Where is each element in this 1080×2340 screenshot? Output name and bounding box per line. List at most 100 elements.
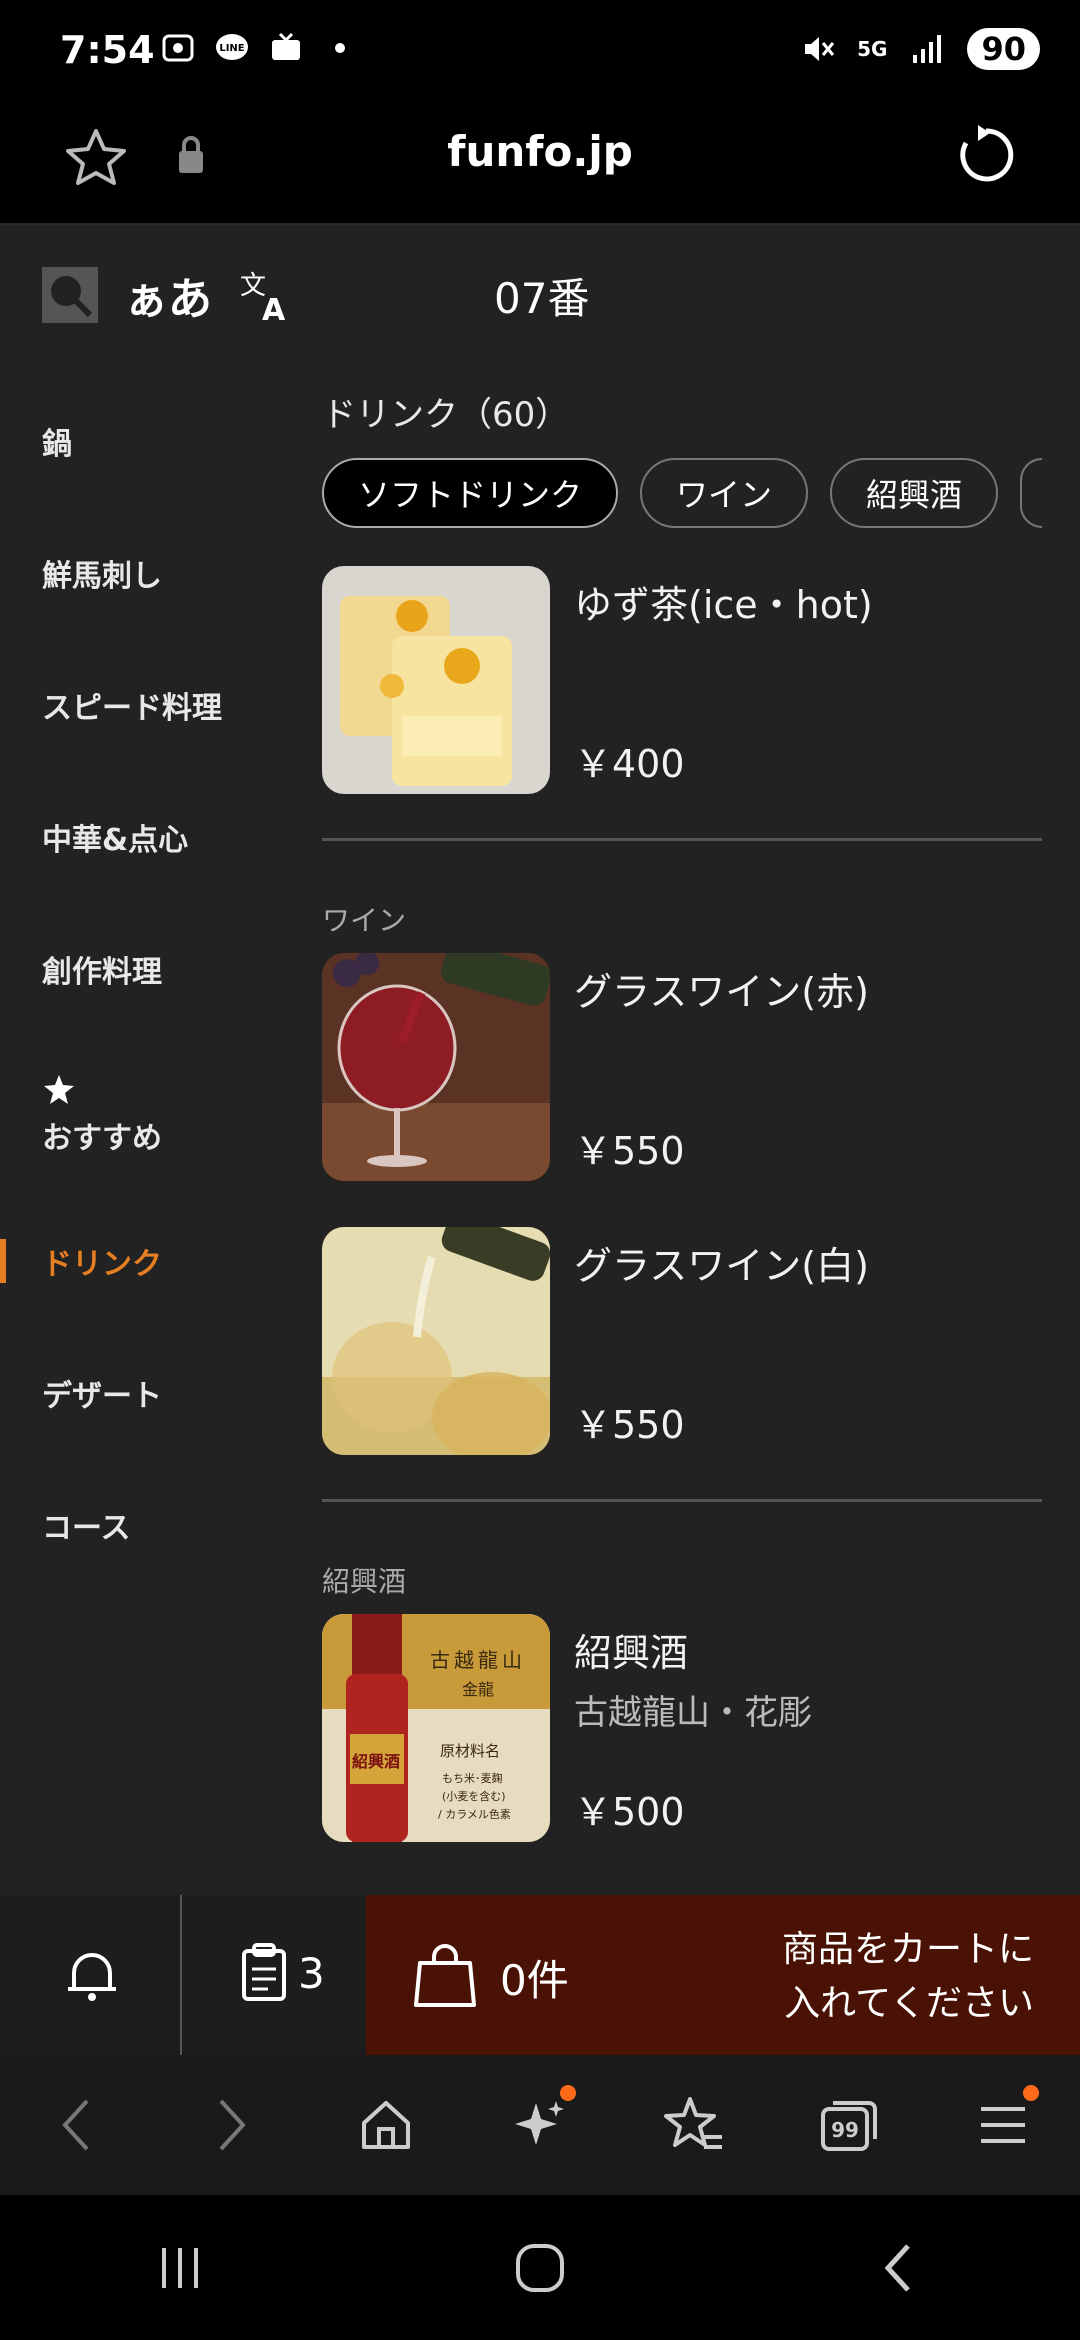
table-number: 07番: [494, 274, 590, 323]
star-icon: [44, 1075, 74, 1104]
sidebar-item-basashi[interactable]: 鮮馬刺し: [0, 507, 300, 639]
sidebar-item-recommended[interactable]: おすすめ: [0, 1035, 300, 1195]
order-count: 3: [298, 1948, 325, 1998]
back-button[interactable]: [37, 2085, 117, 2165]
divider: [322, 1499, 1042, 1502]
item-image-white-wine: [322, 1227, 550, 1455]
status-right: 5G 90: [799, 28, 1040, 70]
sidebar-item-chinese[interactable]: 中華&点心: [0, 771, 300, 903]
notification-dot: [559, 2085, 576, 2101]
divider: [322, 838, 1042, 841]
chip-soft-drink[interactable]: ソフトドリンク: [322, 458, 619, 528]
menu-item[interactable]: グラスワイン(赤) ￥550: [322, 953, 1042, 1181]
notification-icons: LINE: [160, 30, 358, 66]
hamburger-menu-icon: [980, 2107, 1025, 2143]
browser-bottom-nav: 99: [0, 2055, 1080, 2195]
item-name: ゆず茶(ice・hot): [574, 583, 873, 627]
ai-button[interactable]: [500, 2085, 580, 2165]
item-image-yuzu-tea: [322, 566, 550, 794]
tabs-icon: 99: [820, 2101, 877, 2151]
tv-icon: [272, 32, 300, 60]
order-history-button[interactable]: 3: [240, 1943, 325, 2003]
font-size-button[interactable]: ぁあ: [124, 263, 212, 327]
label-line-4: もち米･麦麹: [442, 1772, 503, 1785]
sidebar-item-creative[interactable]: 創作料理: [0, 903, 300, 1035]
chip-more[interactable]: [1020, 458, 1042, 528]
cart-message: 商品をカートに 入れてください: [714, 1923, 1034, 2031]
home-button[interactable]: [346, 2085, 426, 2165]
home-nav-icon[interactable]: [510, 2238, 570, 2298]
search-button[interactable]: [42, 267, 98, 323]
sidebar-item-nabe[interactable]: 鍋: [0, 375, 300, 507]
menu-item[interactable]: ゆず茶(ice・hot) ￥400: [322, 566, 1042, 794]
status-bar: 7:54 LINE 5G 90: [0, 0, 1080, 105]
label-line-5: (小麦を含む): [442, 1790, 506, 1803]
cart-count: 0件: [500, 1956, 569, 2005]
translate-icon[interactable]: 文A: [238, 266, 296, 324]
item-image-red-wine: [322, 953, 550, 1181]
notification-dot: [1022, 2085, 1039, 2101]
item-price: ￥550: [574, 1403, 685, 1447]
chip-wine[interactable]: ワイン: [640, 458, 809, 528]
sidebar-item-course[interactable]: コース: [0, 1459, 300, 1591]
svg-text:A: A: [262, 293, 286, 324]
menu-list: ドリンク（60） ソフトドリンク ワイン 紹興酒 ゆず茶(ice・hot) ￥4…: [322, 375, 1042, 1842]
item-name: グラスワイン(白): [574, 1244, 869, 1288]
cart-bar: 3 0件 商品をカートに 入れてください: [0, 1895, 1080, 2055]
network-type: 5G: [857, 37, 888, 61]
tabs-button[interactable]: 99: [809, 2085, 889, 2165]
signal-icon: [913, 35, 942, 63]
bookmarks-button[interactable]: [654, 2085, 734, 2165]
chip-shaoxing[interactable]: 紹興酒: [830, 458, 999, 528]
item-image-shaoxing: 古越龍山 金龍 原材料名 もち米･麦麹 (小麦を含む) / カラメル色素 紹興酒: [322, 1614, 550, 1842]
bell-icon[interactable]: [62, 1945, 122, 2005]
clipboard-icon: [242, 1943, 286, 2001]
label-line-6: / カラメル色素: [438, 1808, 511, 1821]
star-list-icon: [664, 2097, 723, 2149]
sidebar-item-speed[interactable]: スピード料理: [0, 639, 300, 771]
recent-apps-icon[interactable]: [150, 2238, 210, 2298]
svg-text:LINE: LINE: [219, 43, 244, 54]
menu-item[interactable]: 古越龍山 金龍 原材料名 もち米･麦麹 (小麦を含む) / カラメル色素 紹興酒…: [322, 1614, 1042, 1842]
label-line-1: 古越龍山: [430, 1648, 526, 1672]
sidebar-item-dessert[interactable]: デザート: [0, 1327, 300, 1459]
reload-icon[interactable]: [954, 123, 1018, 187]
sparkle-icon: [514, 2101, 564, 2145]
item-name: 紹興酒: [574, 1631, 689, 1675]
item-subtitle: 古越龍山・花彫: [574, 1693, 812, 1733]
back-nav-icon[interactable]: [870, 2238, 930, 2298]
search-icon: [51, 276, 93, 318]
sidebar-item-label: デザート: [42, 1379, 162, 1414]
category-title: ドリンク（60）: [322, 395, 570, 435]
sidebar-item-drinks[interactable]: ドリンク: [0, 1195, 300, 1327]
item-price: ￥500: [574, 1790, 685, 1834]
chevron-left-icon: [62, 2099, 89, 2151]
cart-button[interactable]: 0件 商品をカートに 入れてください: [366, 1895, 1080, 2055]
separator: [180, 1895, 182, 2055]
sidebar-item-label: おすすめ: [42, 1121, 162, 1156]
sidebar-item-label: スピード料理: [42, 691, 222, 726]
menu-app: ぁあ 文A 07番 鍋 鮮馬刺し スピード料理 中華&点心 創作料理 おすすめ …: [0, 225, 1080, 1895]
status-time: 7:54: [60, 28, 155, 72]
tool-row: ぁあ 文A: [42, 263, 296, 327]
battery-level: 90: [967, 28, 1040, 70]
cart-message-line-1: 商品をカートに: [781, 1929, 1034, 1970]
system-navigation: [0, 2195, 1080, 2340]
line-app-icon: LINE: [216, 34, 248, 60]
label-line-2: 金龍: [462, 1680, 495, 1699]
sidebar-item-label: ドリンク: [42, 1247, 162, 1282]
browser-toolbar: funfo.jp: [0, 105, 1080, 225]
url-text[interactable]: funfo.jp: [0, 127, 1080, 176]
menu-button[interactable]: [963, 2085, 1043, 2165]
sidebar-item-label: コース: [42, 1511, 131, 1546]
dot-icon: [335, 43, 345, 53]
forward-button[interactable]: [191, 2085, 271, 2165]
shopping-bag-icon: [414, 1944, 476, 2007]
cart-message-line-2: 入れてください: [784, 1983, 1034, 2024]
menu-item[interactable]: グラスワイン(白) ￥550: [322, 1227, 1042, 1455]
item-price: ￥400: [574, 742, 685, 786]
sidebar-item-label: 鮮馬刺し: [42, 559, 162, 594]
mute-icon: [805, 37, 835, 61]
svg-text:99: 99: [831, 2118, 859, 2142]
bottle-label: 紹興酒: [352, 1752, 401, 1771]
